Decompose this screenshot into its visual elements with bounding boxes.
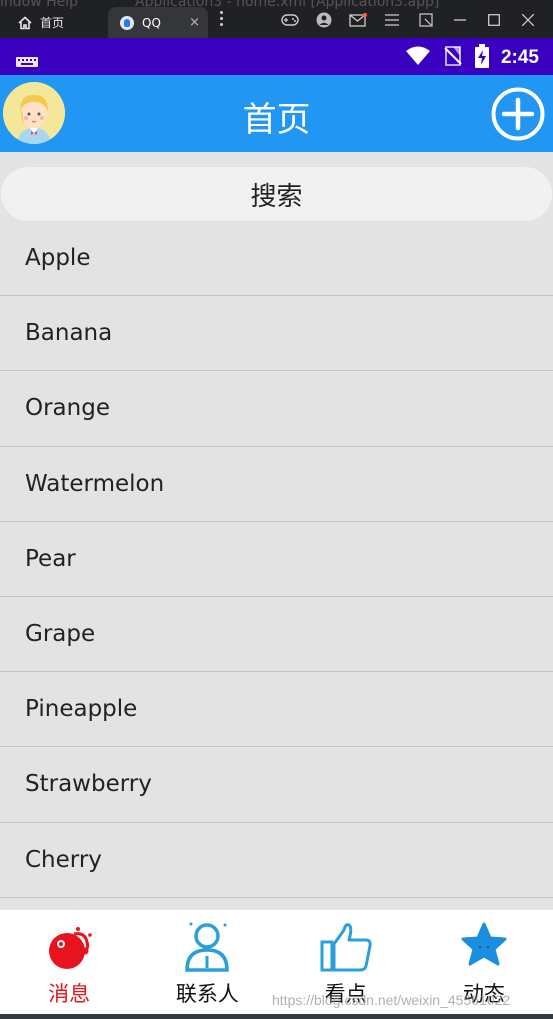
close-icon[interactable] bbox=[511, 11, 545, 29]
list-item[interactable]: Watermelon bbox=[0, 447, 553, 522]
home-icon bbox=[18, 15, 34, 31]
status-bar: 2:45 bbox=[0, 38, 553, 75]
list-item-label: Apple bbox=[25, 245, 91, 272]
list-item-label: Orange bbox=[25, 395, 110, 422]
star-icon bbox=[461, 922, 507, 966]
nav-messages-label: 消息 bbox=[48, 982, 91, 1006]
nav-contacts-label: 联系人 bbox=[175, 982, 239, 1006]
clock-time: 2:45 bbox=[500, 47, 539, 68]
add-button[interactable] bbox=[491, 87, 545, 141]
nav-messages[interactable]: 消息 bbox=[0, 910, 138, 1014]
list-item[interactable]: Pear bbox=[0, 522, 553, 597]
list-item[interactable]: Strawberry bbox=[0, 747, 553, 823]
watermark-text: https://blog.csdn.net/weixin_45561022 bbox=[272, 992, 511, 1008]
list-item-label: Pineapple bbox=[25, 696, 138, 723]
no-signal-icon bbox=[443, 45, 463, 71]
list-item[interactable]: Pineapple bbox=[0, 672, 553, 748]
list-item-label: Strawberry bbox=[25, 771, 152, 798]
wifi-icon bbox=[405, 46, 431, 70]
tab-home[interactable]: 首页 bbox=[6, 7, 106, 38]
list-item[interactable]: Orange bbox=[0, 371, 553, 447]
page-title: 首页 bbox=[242, 100, 311, 140]
maximize-icon[interactable] bbox=[477, 11, 511, 29]
minimize-icon[interactable] bbox=[443, 11, 477, 29]
keyboard-icon bbox=[16, 52, 38, 67]
more-vertical-icon[interactable] bbox=[220, 11, 224, 27]
message-icon bbox=[49, 927, 92, 969]
list-item[interactable]: Cherry bbox=[0, 823, 553, 898]
gamepad-icon[interactable] bbox=[273, 11, 307, 29]
search-bar[interactable]: 搜索 bbox=[1, 167, 552, 221]
mail-icon[interactable] bbox=[341, 11, 375, 29]
tab-qq-label: QQ bbox=[142, 15, 161, 30]
list-item-label: Watermelon bbox=[25, 470, 165, 497]
emulator-toolbar bbox=[273, 11, 545, 29]
nav-contacts[interactable]: 联系人 bbox=[138, 910, 276, 1014]
tab-home-label: 首页 bbox=[40, 16, 65, 30]
fruit-list: Apple Banana Orange Watermelon Pear Grap… bbox=[0, 221, 553, 898]
window-bottom-border bbox=[0, 1014, 553, 1019]
list-item[interactable]: Banana bbox=[0, 296, 553, 372]
list-item-label: Pear bbox=[25, 545, 76, 572]
list-item[interactable]: Grape bbox=[0, 597, 553, 673]
emulator-title-bar: indow Help Application3 - home.xml [Appl… bbox=[0, 0, 553, 38]
list-item-label: Banana bbox=[25, 320, 113, 347]
tab-close-icon[interactable]: × bbox=[189, 15, 200, 30]
tab-qq[interactable]: QQ × bbox=[108, 7, 208, 38]
app-bar: 首页 bbox=[0, 75, 553, 152]
search-label: 搜索 bbox=[250, 181, 303, 212]
list-item-label: Grape bbox=[25, 621, 96, 648]
main-content: 搜索 Apple Banana Orange Watermelon Pear G… bbox=[0, 152, 553, 910]
list-item[interactable]: Apple bbox=[0, 221, 553, 297]
menu-icon[interactable] bbox=[375, 11, 409, 29]
account-icon[interactable] bbox=[307, 11, 341, 29]
thumbs-up-icon bbox=[320, 923, 372, 972]
qq-app-icon bbox=[120, 15, 134, 30]
contacts-icon bbox=[185, 922, 230, 972]
list-item-label: Cherry bbox=[25, 846, 102, 873]
plus-circle-icon bbox=[491, 87, 545, 141]
battery-charging-icon bbox=[474, 44, 489, 72]
resize-icon[interactable] bbox=[409, 11, 443, 29]
